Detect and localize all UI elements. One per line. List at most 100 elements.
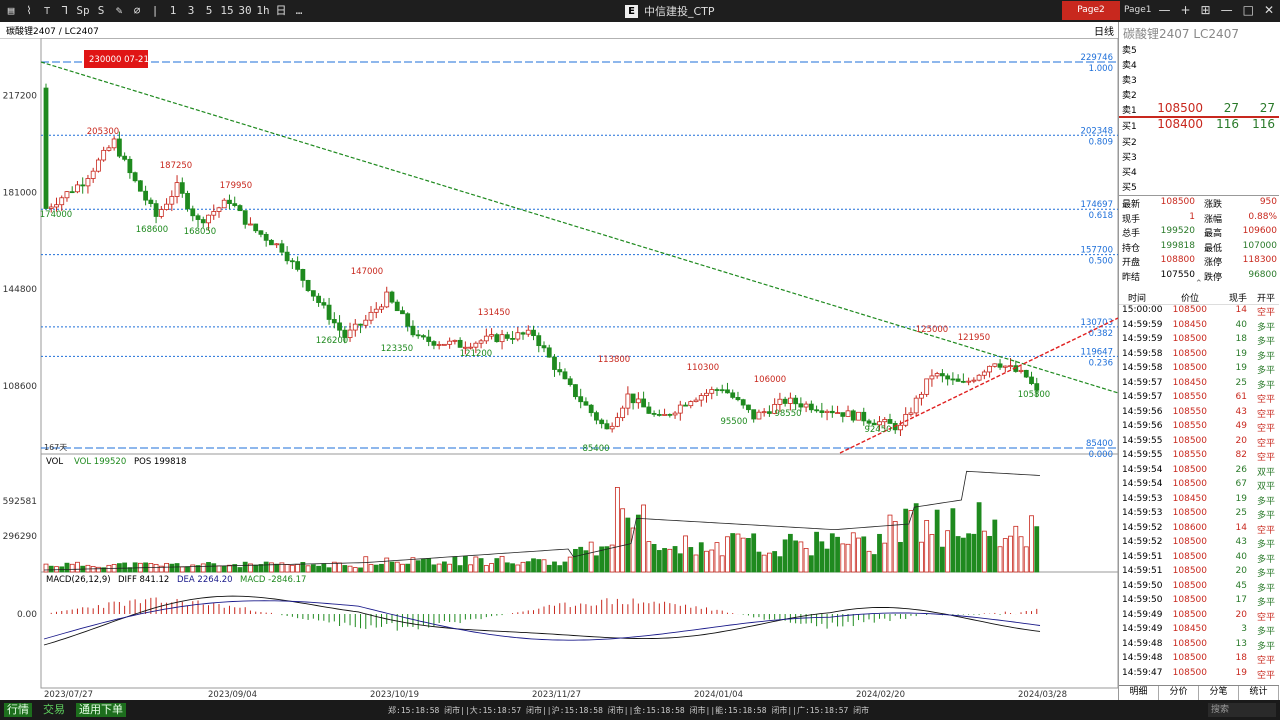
toolbar-tool-1[interactable]: ⌇: [22, 3, 36, 18]
candle-body: [1023, 369, 1029, 378]
period-selector[interactable]: 日线: [1094, 23, 1114, 38]
volume-bar: [400, 563, 405, 573]
orderbook-row: 卖3: [1119, 71, 1279, 86]
tick-price: 108500: [1172, 348, 1207, 359]
candle-body: [808, 403, 814, 411]
tab-market[interactable]: 行情: [4, 703, 32, 717]
volume-bar: [908, 510, 914, 573]
window-button-4[interactable]: □: [1243, 3, 1254, 17]
quote-value: 107550: [1160, 269, 1195, 280]
tick-type: 多平: [1257, 598, 1276, 608]
tab-page1[interactable]: Page1: [1124, 5, 1152, 15]
high-price-annotation: 121950: [958, 333, 990, 343]
tick-time: 15:00:00: [1122, 305, 1163, 315]
candle-body: [630, 393, 636, 404]
toolbar-tool-4[interactable]: Sp: [76, 3, 90, 18]
candle-body: [641, 398, 646, 408]
symbol-label[interactable]: 碳酸锂2407 / LC2407: [6, 24, 99, 37]
volume-bar: [672, 546, 678, 573]
candle-body: [494, 334, 500, 343]
volume-bar: [850, 532, 856, 573]
candle-body: [221, 199, 227, 209]
orderbook-row: 买3: [1119, 148, 1279, 163]
volume-bar: [468, 564, 474, 573]
candle-body: [48, 206, 54, 209]
tick-price: 108550: [1172, 450, 1207, 460]
orderbook-buy1[interactable]: 买1 108400 116 116: [1119, 117, 1279, 132]
chart-area[interactable]: 217200 181000 144800 108600 229746 1.000 20234…: [0, 38, 1118, 700]
candle-body: [426, 336, 432, 342]
volume-bar: [960, 537, 966, 573]
volume-bar: [447, 563, 453, 573]
toolbar-tool-13[interactable]: 30: [238, 3, 252, 18]
toolbar-tool-8[interactable]: |: [148, 3, 162, 18]
search-input[interactable]: 搜索: [1208, 703, 1276, 717]
tick-volume: 25: [1235, 508, 1247, 518]
window-button-1[interactable]: +: [1180, 3, 1190, 17]
toolbar-tool-12[interactable]: 15: [220, 3, 234, 18]
toolbar-tool-14[interactable]: 1h: [256, 3, 270, 18]
window-button-0[interactable]: —: [1158, 3, 1170, 17]
toolbar-tool-11[interactable]: 5: [202, 3, 216, 18]
volume-bar: [656, 550, 662, 573]
toolbar-tool-2[interactable]: ⊤: [40, 3, 54, 18]
toolbar-tool-16[interactable]: …: [292, 3, 306, 18]
tick-volume: 19: [1235, 493, 1247, 504]
fib-ratio-label: 0.236: [1089, 358, 1113, 368]
detail-tab-1[interactable]: 分价: [1159, 686, 1199, 700]
toolbar-tool-0[interactable]: ▤: [4, 3, 18, 18]
volume-bar: [987, 535, 992, 573]
tab-trade[interactable]: 交易: [40, 703, 68, 717]
candle-body: [714, 389, 720, 391]
collapse-icon[interactable]: ⌃: [1195, 279, 1203, 289]
volume-bar: [919, 541, 924, 573]
volume-bar: [541, 559, 547, 573]
toolbar-tool-9[interactable]: 1: [166, 3, 180, 18]
candle-body: [940, 373, 945, 377]
toolbar-tool-6[interactable]: ✎: [112, 3, 126, 18]
window-button-2[interactable]: ⊞: [1201, 3, 1211, 17]
candle-body: [483, 335, 489, 342]
volume-bar: [924, 520, 930, 573]
toolbar-tool-10[interactable]: 3: [184, 3, 198, 18]
low-price-annotation: 174000: [40, 210, 72, 220]
toolbar-tool-15[interactable]: 日: [274, 3, 288, 18]
orderbook-sell1[interactable]: 卖1 108500 27 27: [1119, 101, 1279, 118]
price-axis-label: 108600: [3, 382, 38, 392]
kline-chart[interactable]: 217200 181000 144800 108600 2297461.000 20234…: [0, 38, 1118, 700]
quote-value: 107000: [1242, 240, 1277, 251]
orderbook-level-label: 卖4: [1122, 61, 1137, 71]
window-button-5[interactable]: ✕: [1264, 3, 1274, 17]
high-price-annotation: 131450: [478, 308, 510, 318]
tick-time: 14:59:56: [1122, 421, 1163, 431]
tab-order[interactable]: 通用下单: [76, 703, 126, 717]
toolbar-tool-7[interactable]: ⌀: [130, 3, 144, 18]
detail-tab-3[interactable]: 统计: [1239, 686, 1279, 700]
candle-body: [746, 404, 751, 411]
detail-tab-2[interactable]: 分笔: [1199, 686, 1239, 700]
candle-body: [924, 378, 930, 395]
tick-type: 空平: [1257, 308, 1276, 318]
candle-body: [683, 404, 688, 407]
candle-body: [861, 411, 867, 422]
volume-bar: [772, 551, 778, 573]
toolbar-tool-5[interactable]: S: [94, 3, 108, 18]
volume-bar: [997, 546, 1003, 573]
volume-bar: [263, 561, 269, 573]
toolbar-tool-3[interactable]: ⅂: [58, 3, 72, 18]
tick-row: 14:59:53 108500 25 多平: [1119, 507, 1279, 522]
volume-bar: [871, 554, 877, 573]
candle-body: [394, 301, 400, 312]
volume-bar: [441, 561, 447, 573]
candle-body: [756, 411, 762, 420]
volume-bar: [777, 556, 783, 573]
date-axis-label: 2024/01/04: [694, 690, 743, 700]
tick-price: 108550: [1172, 421, 1207, 431]
volume-bar: [546, 564, 552, 573]
volume-bar: [122, 562, 128, 573]
detail-tab-0[interactable]: 明细: [1119, 686, 1159, 700]
volume-bar: [174, 563, 180, 573]
tab-page2[interactable]: Page2: [1062, 1, 1120, 20]
candle-body: [232, 203, 238, 206]
window-button-3[interactable]: —: [1221, 3, 1233, 17]
